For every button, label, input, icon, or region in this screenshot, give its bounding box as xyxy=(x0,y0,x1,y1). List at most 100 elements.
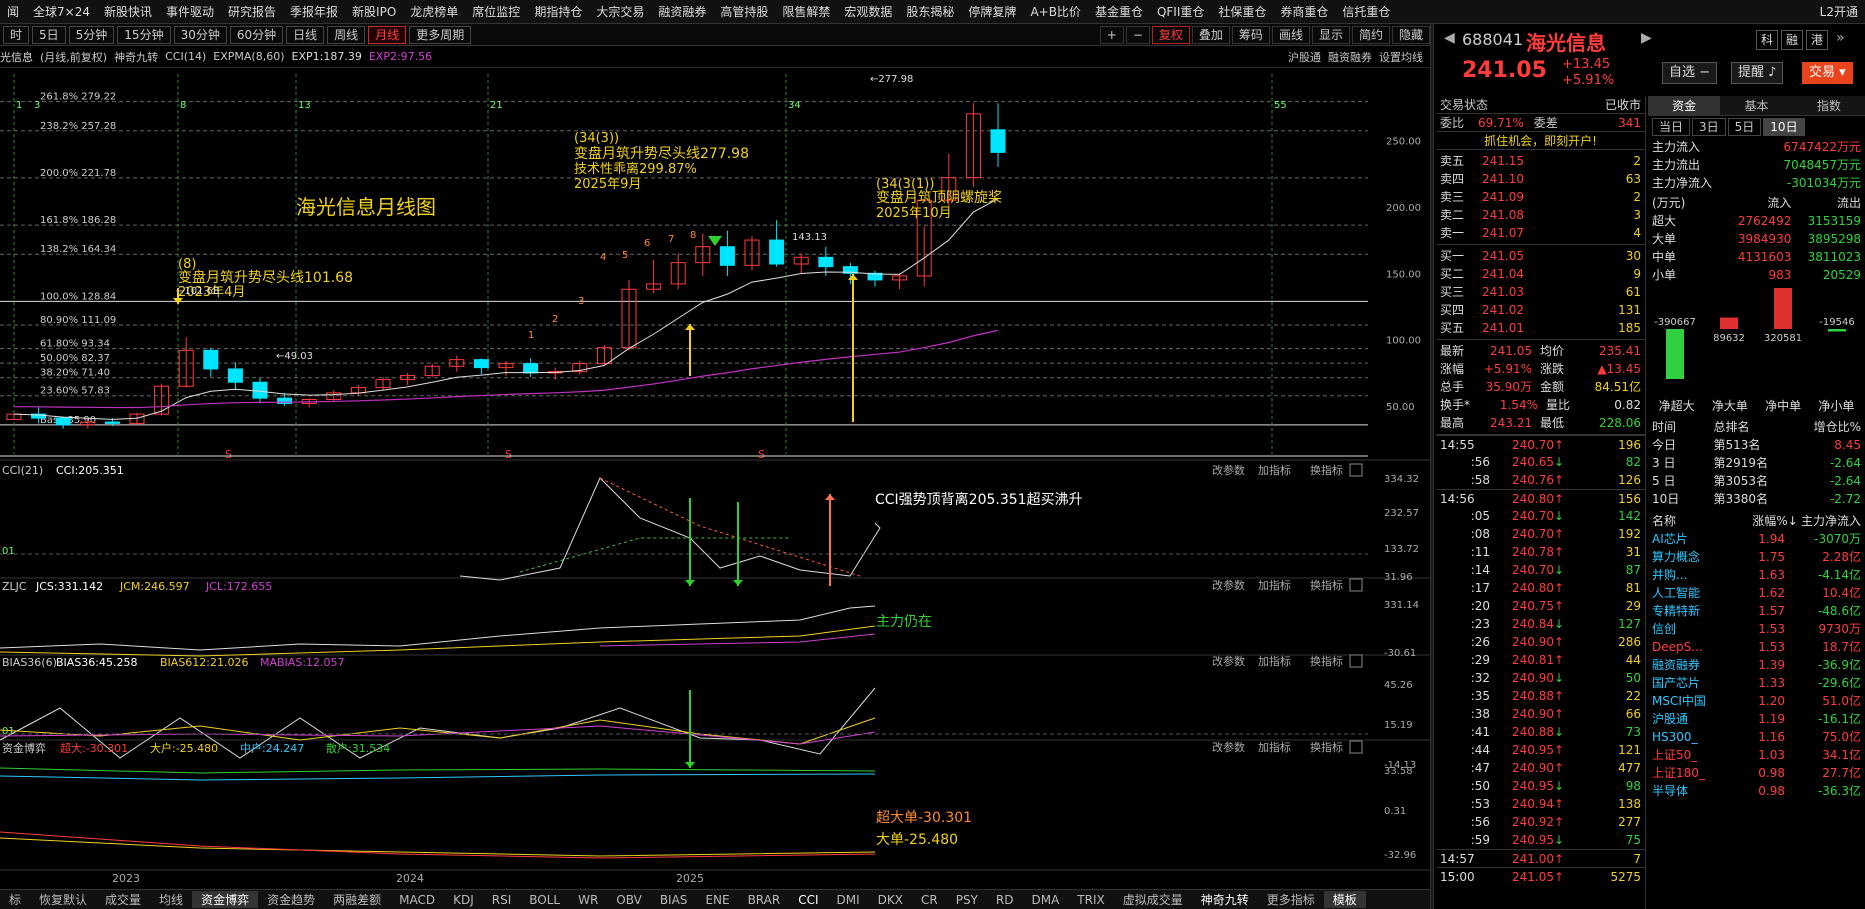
sector-row[interactable]: 沪股通 1.19 -16.1亿 xyxy=(1652,710,1861,728)
indicator-tab[interactable]: RD xyxy=(987,893,1023,907)
indicator-tab[interactable]: OBV xyxy=(607,893,651,907)
indicator-tab[interactable]: 两融差额 xyxy=(324,891,390,908)
fund-tab[interactable]: 资金 xyxy=(1648,96,1721,115)
toolbar-button[interactable]: 叠加 xyxy=(1191,25,1230,44)
kline-chart-area[interactable]: 261.8% 279.22 238.2% 257.28 200.0% 221.78 1… xyxy=(0,68,1430,885)
sector-name[interactable]: 上证180_ xyxy=(1652,764,1734,782)
sector-row[interactable]: 人工智能 1.62 10.4亿 xyxy=(1652,584,1861,602)
sector-row[interactable]: 融资融券 1.39 -36.9亿 xyxy=(1652,656,1861,674)
sector-name[interactable]: 融资融券 xyxy=(1652,656,1734,674)
sector-name[interactable]: DeepS... xyxy=(1652,638,1734,656)
indicator-tab[interactable]: 更多指标 xyxy=(1258,891,1324,908)
indicator-tab[interactable]: 神奇九转 xyxy=(1192,891,1258,908)
indicator-tab[interactable]: PSY xyxy=(947,893,987,907)
day-tab[interactable]: 5日 xyxy=(1727,118,1762,136)
indicator-tab[interactable]: RSI xyxy=(483,893,521,907)
indicator-tab[interactable]: 模板 xyxy=(1323,891,1366,908)
promo-text[interactable]: 抓住机会，即刻开户! xyxy=(1484,132,1597,149)
top-menu-item[interactable]: 龙虎榜单 xyxy=(403,3,465,20)
hgt-link[interactable]: 沪股通 xyxy=(1288,49,1321,65)
indicator-tab[interactable]: TRIX xyxy=(1068,893,1113,907)
fund-tab[interactable]: 基本 xyxy=(1720,96,1792,115)
indicator-tab[interactable]: DKX xyxy=(869,893,912,907)
sector-row[interactable]: DeepS... 1.53 18.7亿 xyxy=(1652,638,1861,656)
toolbar-button[interactable]: 显示 xyxy=(1311,25,1350,44)
indicator-tab[interactable]: 均线 xyxy=(150,891,192,908)
sector-row[interactable]: 算力概念 1.75 2.28亿 xyxy=(1652,548,1861,566)
top-menu-item[interactable]: 高管持股 xyxy=(713,3,775,20)
badge-hk[interactable]: 港 xyxy=(1806,30,1828,50)
sector-head-cell[interactable]: 名称 xyxy=(1652,512,1734,530)
day-tab[interactable]: 3日 xyxy=(1692,118,1726,136)
top-menu-item[interactable]: 宏观数据 xyxy=(837,3,899,20)
watchlist-button[interactable]: 自选 − xyxy=(1662,62,1718,84)
alert-button[interactable]: 提醒 ♪ xyxy=(1731,62,1784,84)
sector-row[interactable]: MSCI中国 1.20 51.0亿 xyxy=(1652,692,1861,710)
indicator-tab[interactable]: DMI xyxy=(828,893,869,907)
top-menu-item[interactable]: QFII重仓 xyxy=(1150,3,1211,20)
sector-name[interactable]: HS300_ xyxy=(1652,728,1734,746)
indicator-tab[interactable]: ENE xyxy=(696,893,738,907)
top-menu-item[interactable]: 大宗交易 xyxy=(589,3,651,20)
top-menu-item[interactable]: 券商重仓 xyxy=(1273,3,1335,20)
top-menu-item[interactable]: 研究报告 xyxy=(221,3,283,20)
indicator-tab[interactable]: BOLL xyxy=(520,893,569,907)
indicator-tab[interactable]: 虚拟成交量 xyxy=(1114,891,1192,908)
toolbar-button[interactable]: 画线 xyxy=(1271,25,1310,44)
top-menu-item[interactable]: 事件驱动 xyxy=(159,3,221,20)
toolbar-button[interactable]: + xyxy=(1099,25,1124,44)
sector-row[interactable]: 信创 1.53 9730万 xyxy=(1652,620,1861,638)
indicator-tab[interactable]: 成交量 xyxy=(96,891,150,908)
indicator-tab[interactable]: 恢复默认 xyxy=(30,891,96,908)
top-menu-item[interactable]: 新股快讯 xyxy=(97,3,159,20)
indicator-tab[interactable]: 标 xyxy=(0,891,30,908)
top-menu-item[interactable]: 期指持仓 xyxy=(527,3,589,20)
top-menu-item[interactable]: 闻 xyxy=(0,3,26,20)
indicator-tab[interactable]: 资金趋势 xyxy=(258,891,324,908)
sector-row[interactable]: HS300_ 1.16 75.0亿 xyxy=(1652,728,1861,746)
expand-icon[interactable]: » xyxy=(1836,30,1845,46)
sector-name[interactable]: AI芯片 xyxy=(1652,530,1734,548)
kline-chart-svg[interactable]: 261.8% 279.22 238.2% 257.28 200.0% 221.78 1… xyxy=(0,68,1430,889)
top-menu-item[interactable]: 全球7×24 xyxy=(26,3,97,20)
period-button[interactable]: 15分钟 xyxy=(117,25,171,44)
top-menu-item[interactable]: 股东揭秘 xyxy=(899,3,961,20)
indicator-tab[interactable]: KDJ xyxy=(444,893,483,907)
top-menu-item[interactable]: 新股IPO xyxy=(345,3,403,20)
sector-head-cell[interactable]: 主力净流入 xyxy=(1798,512,1861,530)
trade-button[interactable]: 交易 ▾ xyxy=(1802,62,1853,84)
badge-star[interactable]: 科 xyxy=(1756,30,1778,50)
toolbar-button[interactable]: 复权 xyxy=(1151,25,1190,44)
sector-name[interactable]: 国产芯片 xyxy=(1652,674,1734,692)
period-button[interactable]: 5日 xyxy=(32,25,66,44)
top-menu-item[interactable]: A+B比价 xyxy=(1023,3,1088,20)
sector-name[interactable]: 并购... xyxy=(1652,566,1734,584)
sector-name[interactable]: 专精特新 xyxy=(1652,602,1734,620)
toolbar-button[interactable]: − xyxy=(1125,25,1150,44)
sector-row[interactable]: 国产芯片 1.33 -29.6亿 xyxy=(1652,674,1861,692)
indicator-tab[interactable]: DMA xyxy=(1022,893,1068,907)
sector-name[interactable]: 上证50_ xyxy=(1652,746,1734,764)
sector-name[interactable]: 人工智能 xyxy=(1652,584,1734,602)
top-menu-item[interactable]: 席位监控 xyxy=(465,3,527,20)
top-menu-item[interactable]: 停牌复牌 xyxy=(961,3,1023,20)
sector-row[interactable]: 上证50_ 1.03 34.1亿 xyxy=(1652,746,1861,764)
top-menu-item[interactable]: 融资融券 xyxy=(651,3,713,20)
sector-row[interactable]: 半导体 0.98 -36.3亿 xyxy=(1652,782,1861,800)
margin-link[interactable]: 融资融券 xyxy=(1328,49,1372,65)
top-menu-item[interactable]: 季报年报 xyxy=(283,3,345,20)
period-button[interactable]: 周线 xyxy=(327,25,366,44)
fund-tab[interactable]: 指数 xyxy=(1793,96,1865,115)
sector-row[interactable]: AI芯片 1.94 -3070万 xyxy=(1652,530,1861,548)
sector-name[interactable]: 沪股通 xyxy=(1652,710,1734,728)
day-tab[interactable]: 当日 xyxy=(1652,118,1691,136)
top-menu-item[interactable]: 限售解禁 xyxy=(775,3,837,20)
l2-link[interactable]: L2开通 xyxy=(1813,3,1865,20)
day-tab[interactable]: 10日 xyxy=(1763,118,1805,136)
sector-name[interactable]: 半导体 xyxy=(1652,782,1734,800)
ma-setting-link[interactable]: 设置均线 xyxy=(1379,49,1423,65)
toolbar-button[interactable]: 隐藏 xyxy=(1391,25,1430,44)
top-menu-item[interactable]: 基金重仓 xyxy=(1088,3,1150,20)
indicator-tab[interactable]: CR xyxy=(912,893,947,907)
period-button[interactable]: 日线 xyxy=(286,25,325,44)
